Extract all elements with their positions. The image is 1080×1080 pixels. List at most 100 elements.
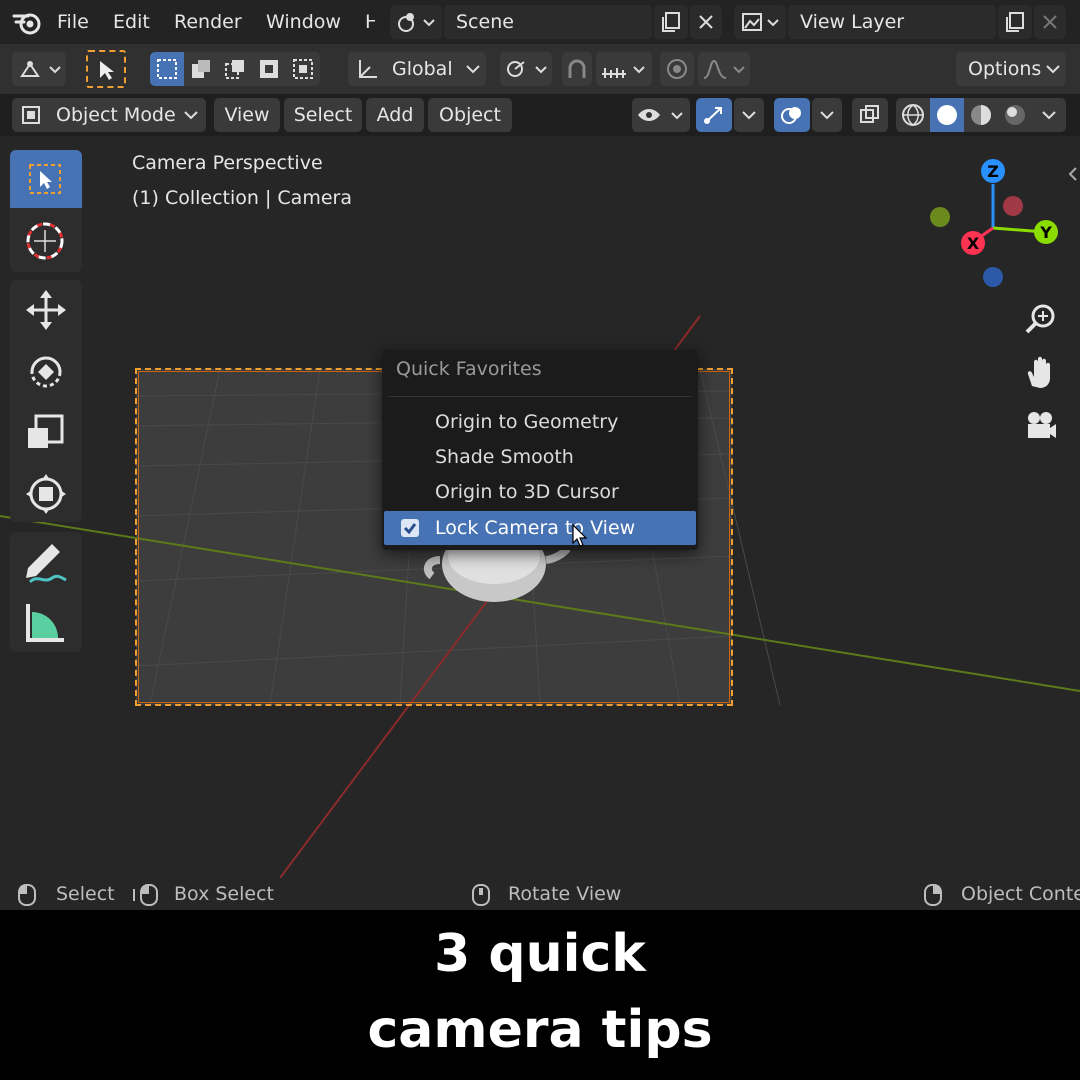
cursor-icon: [26, 222, 64, 260]
annotate-icon[interactable]: [22, 540, 70, 586]
chevron-down-icon: [184, 111, 198, 120]
delete-view-layer-button[interactable]: [1034, 5, 1066, 39]
new-scene-button[interactable]: [654, 5, 688, 39]
view-menu[interactable]: View: [214, 98, 280, 132]
select-subtract-icon[interactable]: [224, 58, 246, 80]
status-box-select: Box Select: [174, 883, 274, 905]
material-shading-icon[interactable]: [968, 102, 994, 128]
mode-dropdown[interactable]: Object Mode: [12, 98, 206, 132]
view-layer-name-field[interactable]: View Layer: [788, 5, 996, 39]
snap-icon: [568, 59, 586, 78]
scale-icon[interactable]: [24, 410, 68, 454]
chevron-down-icon[interactable]: [1042, 109, 1056, 121]
mouse-middle-icon: [472, 884, 490, 906]
menu-item-lock-camera-to-view[interactable]: Lock Camera to View: [384, 511, 696, 545]
viewport-header: Object Mode View Select Add Object: [0, 94, 1080, 136]
menu-help[interactable]: H: [365, 0, 375, 44]
editor-type-button[interactable]: [12, 52, 66, 86]
transform-icon[interactable]: [24, 472, 68, 516]
transform-orientation-dropdown[interactable]: Global: [348, 52, 486, 86]
zoom-icon[interactable]: [1024, 302, 1058, 336]
select-box-tool[interactable]: [10, 150, 82, 208]
close-icon: [1043, 15, 1057, 29]
3d-viewport[interactable]: Camera Perspective (1) Collection | Came…: [0, 136, 1080, 878]
proportional-edit-toggle[interactable]: [660, 52, 694, 86]
overlay-dropdown[interactable]: [812, 98, 842, 132]
select-tools-panel: [10, 150, 82, 272]
chevron-down-icon: [1046, 65, 1060, 74]
options-dropdown[interactable]: Options: [956, 52, 1066, 86]
navigation-gizmo[interactable]: Z Y X: [920, 156, 1060, 296]
add-menu[interactable]: Add: [366, 98, 424, 132]
snap-target-dropdown[interactable]: [596, 52, 652, 86]
proportional-falloff-dropdown[interactable]: [698, 52, 750, 86]
scene-name-field[interactable]: Scene: [444, 5, 652, 39]
mouse-left-icon: [18, 884, 36, 906]
select-intersect-icon[interactable]: [292, 58, 314, 80]
collection-label: (1) Collection | Camera: [132, 187, 352, 209]
rendered-shading-icon[interactable]: [1002, 102, 1028, 128]
xray-toggle[interactable]: [852, 98, 888, 132]
scene-selector-button[interactable]: [390, 5, 442, 39]
sidebar-toggle-icon[interactable]: [1066, 166, 1080, 182]
status-select: Select: [56, 883, 115, 905]
pivot-point-dropdown[interactable]: [500, 52, 552, 86]
close-icon: [699, 15, 713, 29]
gizmo-dropdown[interactable]: [734, 98, 764, 132]
menu-edit[interactable]: Edit: [113, 0, 150, 44]
gizmo-toggle[interactable]: [696, 98, 732, 132]
delete-scene-button[interactable]: [690, 5, 722, 39]
hand-icon[interactable]: [1024, 356, 1058, 390]
menu-item-shade-smooth[interactable]: Shade Smooth: [382, 440, 698, 474]
view-layer-selector-button[interactable]: [734, 5, 786, 39]
mouse-right-icon: [924, 884, 942, 906]
new-view-layer-button[interactable]: [998, 5, 1032, 39]
menu-item-origin-to-3d-cursor[interactable]: Origin to 3D Cursor: [382, 475, 698, 509]
mode-new-button[interactable]: [150, 52, 184, 86]
proportional-edit-icon: [667, 59, 687, 79]
select-menu[interactable]: Select: [284, 98, 362, 132]
checkbox-icon[interactable]: [400, 518, 420, 538]
cursor-tool[interactable]: [10, 212, 82, 270]
image-icon: [742, 13, 779, 31]
menu-file[interactable]: File: [57, 0, 89, 44]
annotate-tools-panel: [10, 532, 82, 652]
blender-logo-icon[interactable]: [12, 8, 42, 36]
quick-favorites-title: Quick Favorites: [396, 358, 542, 380]
menu-item-origin-to-geometry[interactable]: Origin to Geometry: [382, 405, 698, 439]
overlay-toggle[interactable]: [774, 98, 810, 132]
measure-icon[interactable]: [22, 600, 70, 646]
visibility-dropdown[interactable]: [632, 98, 690, 132]
shading-group: [896, 98, 1066, 132]
rotate-icon[interactable]: [24, 350, 68, 394]
tweak-tool-button[interactable]: [86, 50, 126, 88]
snap-toggle[interactable]: [562, 52, 592, 86]
falloff-curve-icon: [703, 59, 745, 79]
camera-icon[interactable]: [1024, 410, 1058, 444]
status-bar: Select Box Select Rotate View Object Con…: [0, 878, 1080, 910]
gizmo-x-label: X: [967, 234, 980, 253]
gizmo-y-label: Y: [1039, 223, 1052, 242]
transform-orientation-label: Global: [392, 58, 453, 80]
wireframe-shading-icon[interactable]: [900, 102, 926, 128]
menu-item-label: Lock Camera to View: [435, 517, 636, 539]
select-new-icon: [157, 59, 177, 79]
menu-window[interactable]: Window: [266, 0, 341, 44]
select-extend-icon[interactable]: [190, 58, 212, 80]
menu-item-label: Origin to 3D Cursor: [435, 481, 619, 503]
solid-shading-button[interactable]: [930, 98, 964, 132]
select-box-icon: [100, 61, 114, 80]
select-box-icon: [29, 164, 61, 194]
gizmo-icon: [704, 107, 722, 124]
quick-favorites-menu: Quick Favorites Origin to Geometry Shade…: [382, 350, 698, 550]
object-menu[interactable]: Object: [428, 98, 512, 132]
move-icon[interactable]: [24, 288, 68, 332]
menu-item-label: Shade Smooth: [435, 446, 574, 468]
copy-icon: [1006, 12, 1024, 32]
copy-icon: [662, 12, 680, 32]
chevron-down-icon: [466, 65, 480, 74]
menu-render[interactable]: Render: [174, 0, 242, 44]
object-mode-icon: [22, 106, 40, 124]
selection-mode-group: [150, 52, 320, 86]
select-invert-icon[interactable]: [258, 58, 280, 80]
